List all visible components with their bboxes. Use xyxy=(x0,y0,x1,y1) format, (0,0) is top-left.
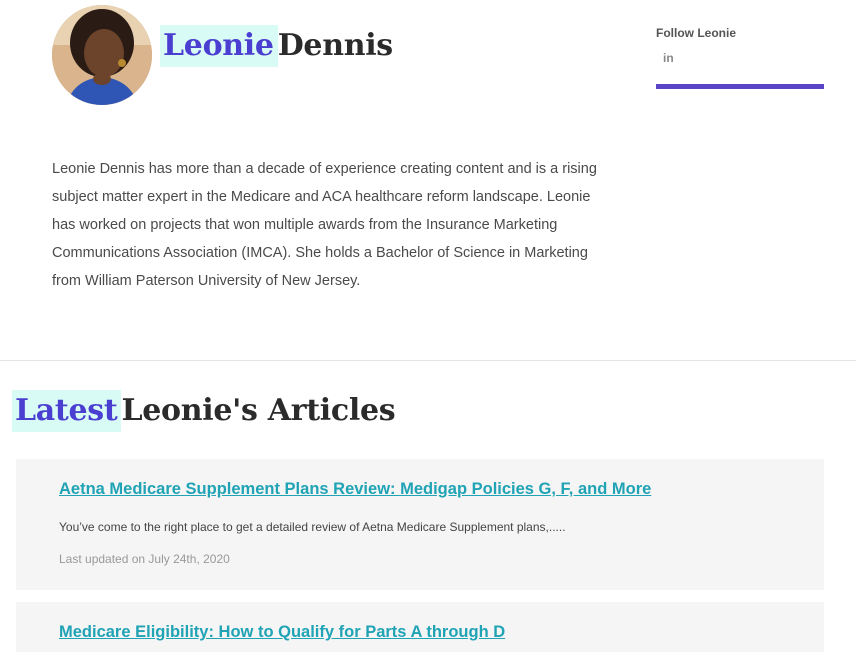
article-card: Medicare Eligibility: How to Qualify for… xyxy=(16,602,824,652)
articles-section-heading: Latest Leonie's Articles xyxy=(12,390,396,432)
author-first-name: Leonie xyxy=(160,25,278,67)
follow-accent-bar xyxy=(656,84,824,89)
follow-title: Follow Leonie xyxy=(656,26,736,40)
articles-heading-rest: Leonie's Articles xyxy=(121,393,396,428)
author-name-heading: Leonie Dennis xyxy=(160,25,393,67)
article-excerpt: You’ve come to the right place to get a … xyxy=(59,520,566,534)
author-last-name: Dennis xyxy=(277,28,394,63)
articles-heading-highlight: Latest xyxy=(12,390,122,432)
author-photo xyxy=(52,5,152,105)
linkedin-icon[interactable]: in xyxy=(663,51,824,65)
follow-panel: Follow Leonie in xyxy=(656,25,824,89)
author-bio: Leonie Dennis has more than a decade of … xyxy=(52,161,597,289)
article-title-link[interactable]: Aetna Medicare Supplement Plans Review: … xyxy=(59,480,651,499)
article-title-link[interactable]: Medicare Eligibility: How to Qualify for… xyxy=(59,623,505,642)
article-updated-date: Last updated on July 24th, 2020 xyxy=(59,552,230,566)
author-avatar xyxy=(52,5,152,105)
section-divider xyxy=(0,360,856,361)
article-card: Aetna Medicare Supplement Plans Review: … xyxy=(16,459,824,590)
